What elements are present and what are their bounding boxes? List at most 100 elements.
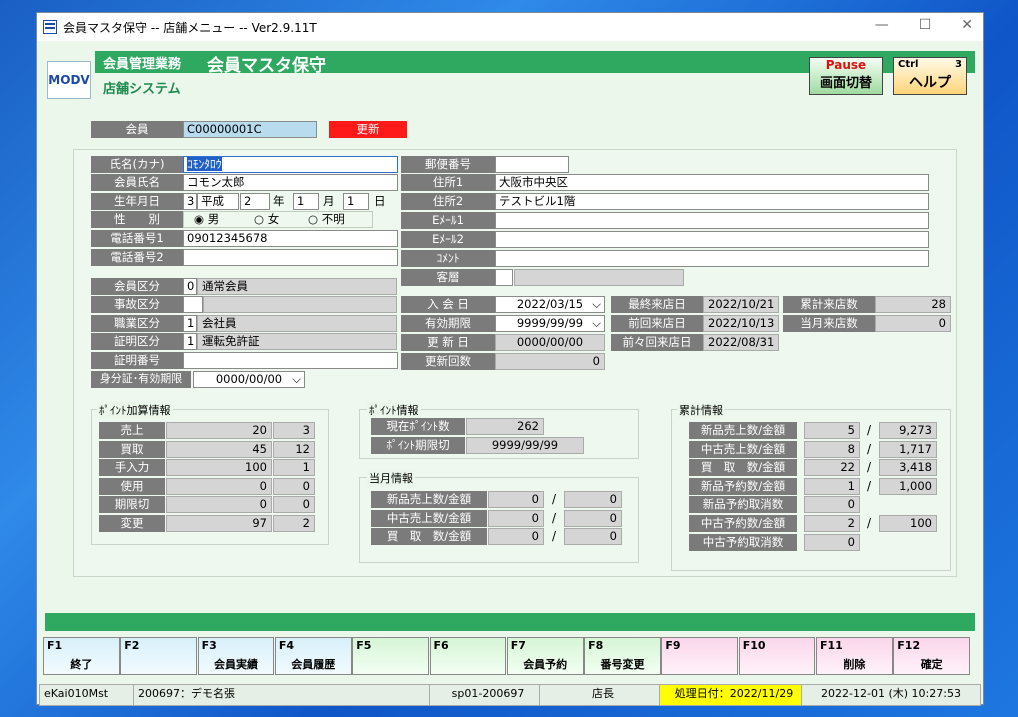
slash-separator: / [866,423,872,437]
valid-date-input[interactable]: 9999/99/99 ⌵ [495,315,605,332]
member-label: 会員 [91,121,183,138]
address1-label: 住所1 [401,174,495,191]
fkey-f8-button[interactable]: F8 番号変更 [584,637,661,675]
customer-tier-code[interactable] [495,269,513,286]
email2-input[interactable] [495,231,929,248]
valid-date-value: 9999/99/99 [516,316,584,330]
cert-number-input[interactable] [183,352,398,369]
cumulative-amount: 9,273 [879,422,937,439]
fkey-number: F3 [201,639,217,652]
accident-code[interactable] [183,296,203,313]
fkey-f7-button[interactable]: F7 会員予約 [506,637,584,675]
monthly-count: 0 [488,491,544,508]
member-class-code[interactable]: 0 [183,278,197,295]
email1-label: Eﾒｰﾙ1 [401,212,495,229]
cumulative-count: 5 [804,422,860,439]
fkey-f11-button[interactable]: F11 削除 [816,637,893,675]
sex-radio-group: ◉ 男 ○ 女 ○ 不明 [183,211,373,228]
address1-input[interactable]: 大阪市中央区 [495,174,929,191]
current-points-label: 現在ﾎﾟｲﾝﾄ数 [371,418,465,435]
comment-input[interactable] [495,250,929,267]
era-input[interactable]: 平成 [197,193,239,210]
app-window: 会員マスタ保守 -- 店舗メニュー -- Ver2.9.11T — ☐ ✕ MO… [36,12,984,706]
monthly-amount: 0 [564,528,622,546]
era-code-input[interactable]: 3 [183,193,197,210]
monthly-row-label: 買 取 数/金額 [371,528,487,546]
birth-label: 生年月日 [91,193,183,210]
job-label: 職業区分 [91,315,183,332]
day-input[interactable]: 1 [343,193,369,210]
fkey-f6-button[interactable]: F6 [429,637,507,675]
year-input[interactable]: 2 [240,193,270,210]
maximize-icon[interactable]: ☐ [919,17,932,33]
cert-code[interactable]: 1 [183,333,197,350]
tel2-label: 電話番号2 [91,249,183,266]
fkey-number: F1 [47,639,63,652]
cumulative-row-label: 新品予約数/金額 [689,477,797,495]
fkey-number: F12 [897,639,921,652]
member-id[interactable]: C00000001C [183,121,317,138]
month-unit: 月 [323,194,335,208]
join-date-input[interactable]: 2022/03/15 ⌵ [495,296,605,313]
month-input[interactable]: 1 [293,193,319,210]
help-button[interactable]: Ctrl 3 ヘルプ [893,57,967,95]
fkey-number: F6 [433,639,449,652]
help-button-label: ヘルプ [909,75,951,91]
name-input[interactable]: コモン太郎 [183,174,398,191]
system-label: 店舗システム [103,82,181,97]
fkey-f10-button[interactable]: F10 [738,637,816,675]
fkey-f2-button[interactable]: F2 [120,637,198,675]
fkey-f1-button[interactable]: F1 終了 [43,637,120,675]
status-datetime: 2022-12-01 (木) 10:27:53 [801,684,981,706]
join-date-value: 2022/03/15 [516,297,584,311]
sex-label: 性 別 [91,211,183,228]
slash-separator: / [866,460,872,475]
cumulative-amount: 100 [879,515,937,532]
kana-input[interactable]: ｺﾓﾝﾀﾛｳ [183,156,398,173]
prev-visit-label: 前回来店日 [611,315,703,332]
expiry-date-input[interactable]: 0000/00/00 ⌵ [193,371,305,388]
point-calc-value: 0 [273,496,315,514]
status-screen-id: eKai010Mst [39,684,141,706]
ctrl-key-label: Ctrl [898,59,919,70]
chevron-down-icon[interactable]: ⌵ [592,316,601,331]
fkey-f4-button[interactable]: F4 会員履歴 [274,637,352,675]
chevron-down-icon[interactable]: ⌵ [292,372,301,387]
minimize-icon[interactable]: — [875,17,889,33]
fkey-f12-button[interactable]: F12 確定 [893,637,971,675]
email1-input[interactable] [495,212,929,229]
cumulative-count: 22 [804,459,860,477]
cumulative-amount: 1,000 [879,477,937,495]
monthly-row-label: 中古売上数/金額 [371,509,487,527]
slash-separator: / [866,516,872,530]
tel1-input[interactable]: 09012345678 [183,230,398,247]
chevron-down-icon[interactable]: ⌵ [592,297,601,312]
fkey-f3-button[interactable]: F3 会員実績 [197,637,275,675]
zip-label: 郵便番号 [401,156,495,173]
close-icon[interactable]: ✕ [961,17,973,33]
fkey-label: 終了 [70,658,93,671]
address2-input[interactable]: テストビル1階 [495,193,929,210]
fkey-label: 削除 [843,658,866,671]
fkey-number: F9 [665,639,681,652]
slash-separator: / [866,478,872,493]
point-calc-value: 3 [273,422,315,439]
sex-radio-unknown[interactable]: ○ 不明 [308,212,345,227]
join-date-label: 入 会 日 [401,296,495,313]
slash-separator: / [551,492,557,506]
zip-input[interactable] [495,156,569,173]
fkey-f9-button[interactable]: F9 [661,637,739,675]
sex-radio-female[interactable]: ○ 女 [254,212,279,227]
point-calc-row-label: 期限切 [99,496,165,514]
member-class-name: 通常会員 [197,278,397,295]
point-calc-row-label: 使用 [99,477,165,495]
slash-separator: / [551,529,557,544]
monthly-amount: 0 [564,509,622,527]
job-code[interactable]: 1 [183,315,197,332]
tel2-input[interactable] [183,249,398,266]
pause-button[interactable]: Pause 画面切替 [809,57,883,95]
fkey-label: 確定 [920,658,943,671]
sex-radio-male[interactable]: ◉ 男 [194,212,219,227]
cumulative-count: 1 [804,477,860,495]
fkey-f5-button[interactable]: F5 [352,637,429,675]
